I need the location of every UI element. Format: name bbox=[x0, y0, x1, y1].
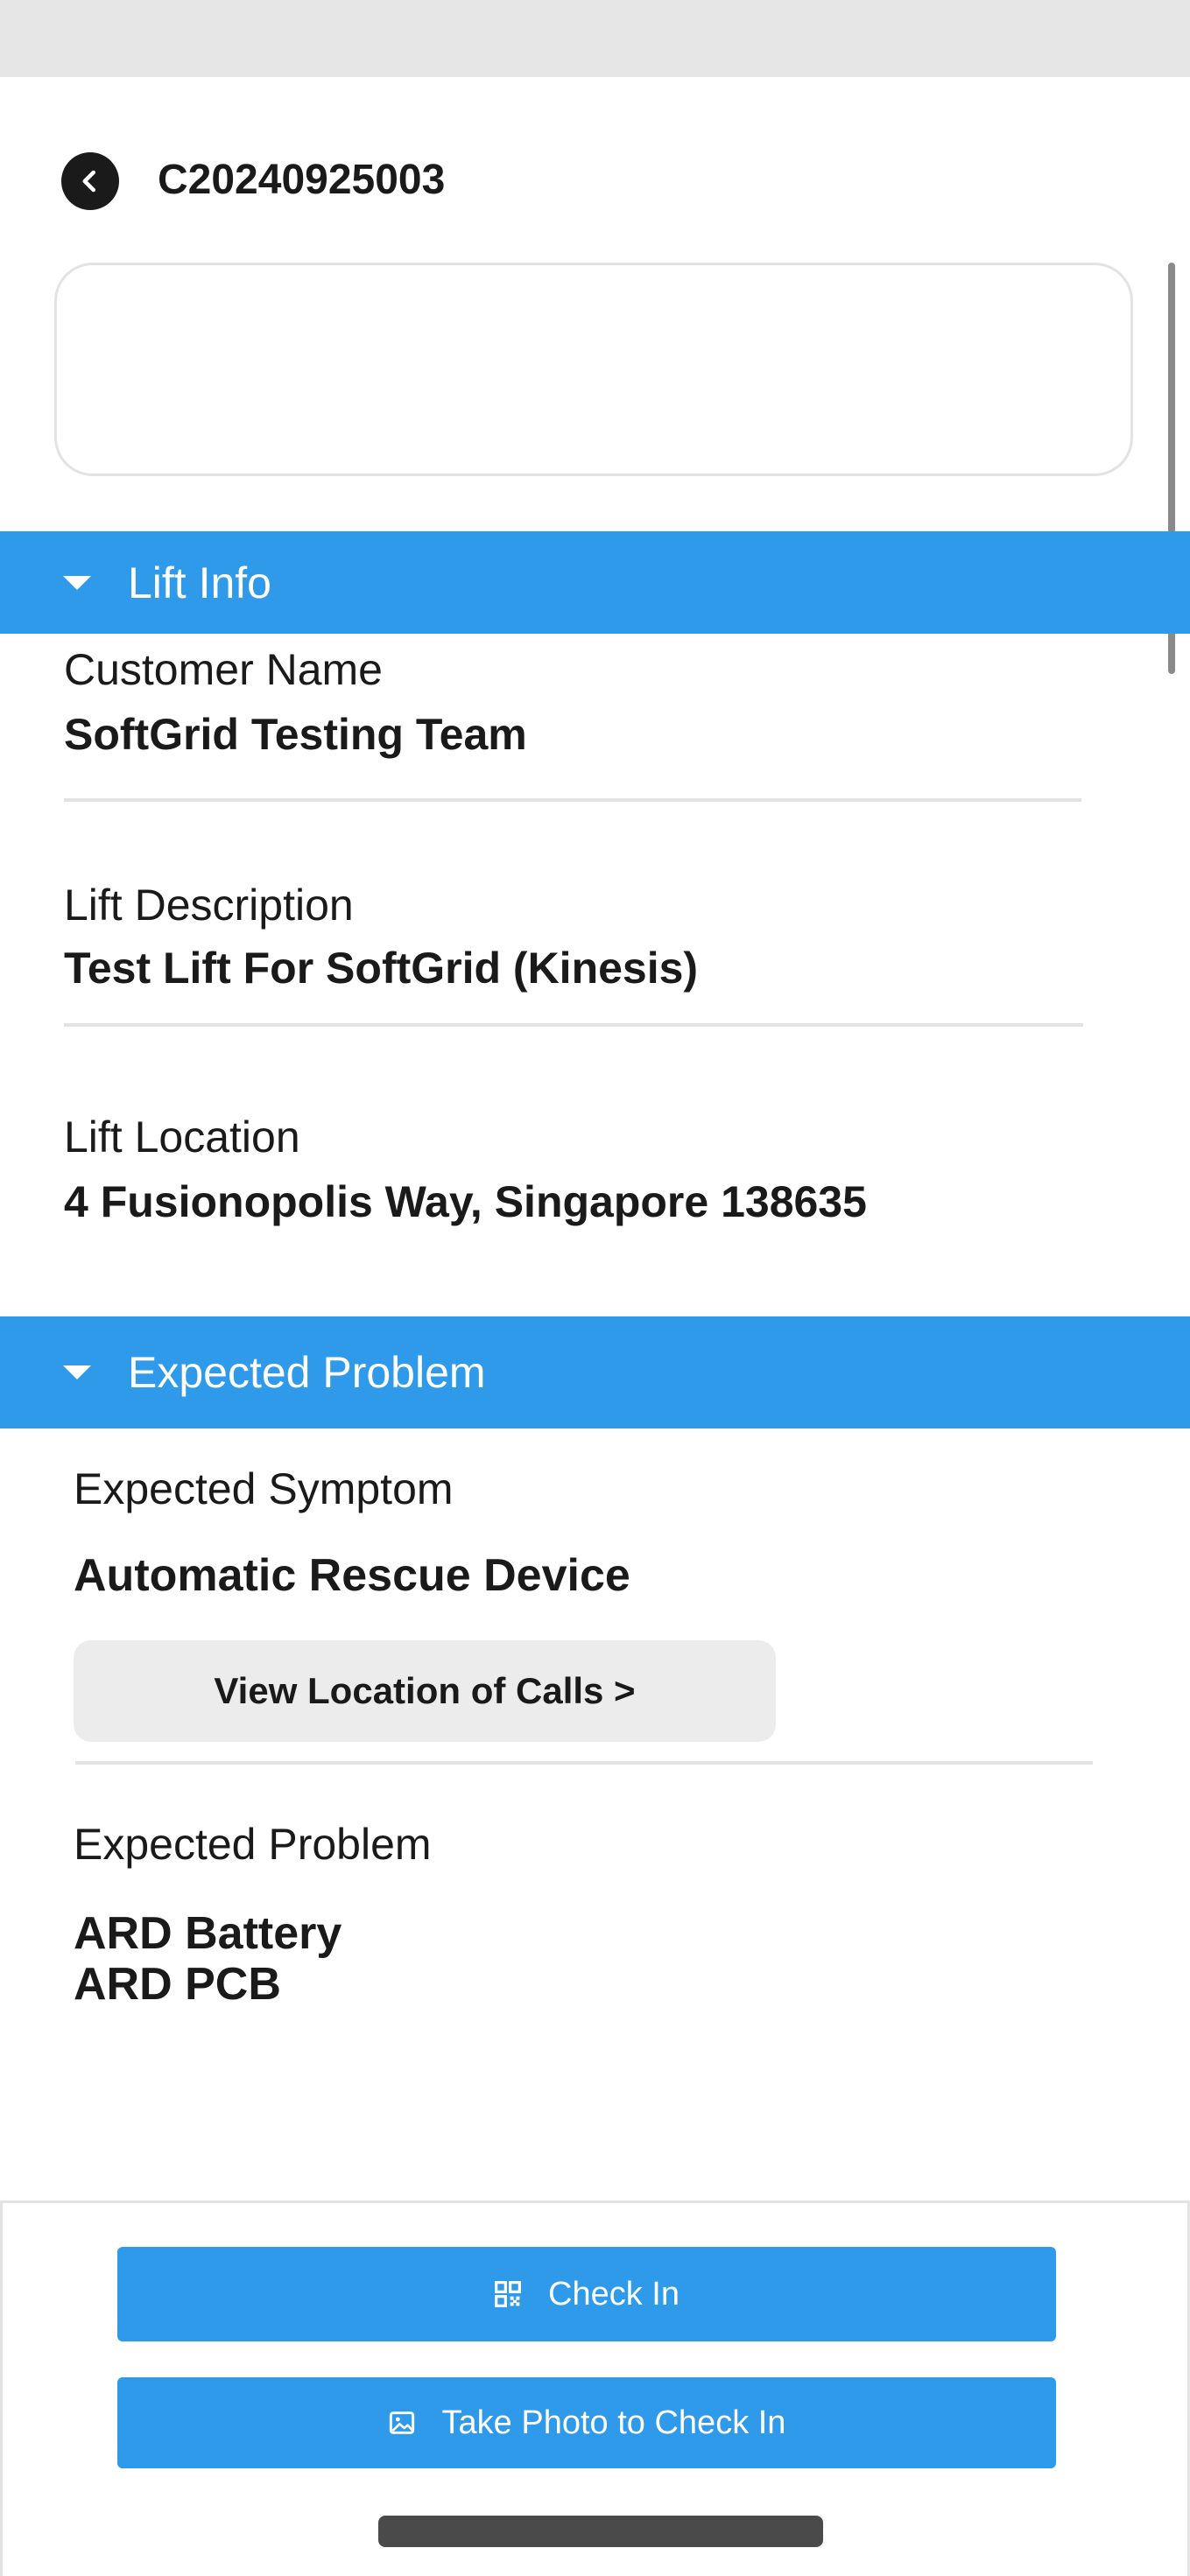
lift-info-section-title: Lift Info bbox=[128, 558, 271, 607]
status-bar bbox=[0, 0, 1190, 77]
back-button[interactable] bbox=[61, 152, 119, 210]
lift-description-label: Lift Description bbox=[64, 881, 354, 930]
chevron-left-icon bbox=[82, 170, 95, 193]
expected-problem-label: Expected Problem bbox=[74, 1820, 432, 1869]
caret-down-icon bbox=[63, 575, 91, 590]
divider bbox=[75, 1761, 1093, 1765]
expected-symptom-value: Automatic Rescue Device bbox=[74, 1550, 630, 1601]
expected-problem-section-header[interactable]: Expected Problem bbox=[0, 1316, 1190, 1428]
expected-problem-section-title: Expected Problem bbox=[128, 1348, 486, 1397]
check-in-button[interactable]: Check In bbox=[117, 2247, 1056, 2341]
expected-problem-list: ARD Battery ARD PCB bbox=[74, 1908, 342, 2010]
list-item: ARD PCB bbox=[74, 1959, 281, 2010]
expected-symptom-label: Expected Symptom bbox=[74, 1464, 454, 1513]
list-item: ARD Battery bbox=[74, 1908, 342, 1959]
take-photo-check-in-button[interactable]: Take Photo to Check In bbox=[117, 2377, 1056, 2468]
view-location-of-calls-button[interactable]: View Location of Calls > bbox=[74, 1640, 776, 1742]
info-card bbox=[54, 263, 1133, 476]
take-photo-check-in-label: Take Photo to Check In bbox=[441, 2404, 786, 2441]
header: C20240925003 bbox=[0, 77, 1190, 263]
lift-location-label: Lift Location bbox=[64, 1113, 300, 1162]
customer-name-label: Customer Name bbox=[64, 645, 383, 694]
caret-down-icon bbox=[63, 1365, 91, 1379]
page-title: C20240925003 bbox=[158, 157, 446, 203]
check-in-label: Check In bbox=[548, 2275, 679, 2313]
divider bbox=[64, 1023, 1083, 1027]
lift-description-value: Test Lift For SoftGrid (Kinesis) bbox=[64, 944, 699, 993]
divider bbox=[64, 798, 1081, 802]
lift-location-value: 4 Fusionopolis Way, Singapore 138635 bbox=[64, 1177, 867, 1226]
customer-name-value: SoftGrid Testing Team bbox=[64, 710, 527, 759]
lift-info-section-header[interactable]: Lift Info bbox=[0, 531, 1190, 634]
home-indicator bbox=[378, 2516, 823, 2547]
image-icon bbox=[388, 2409, 416, 2437]
qr-code-icon bbox=[494, 2280, 522, 2308]
